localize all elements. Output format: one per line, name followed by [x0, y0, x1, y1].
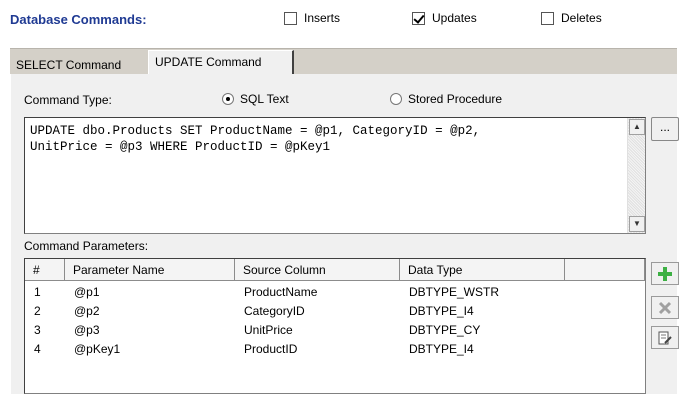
sql-text-radio[interactable]: SQL Text: [222, 92, 289, 106]
delete-parameter-button[interactable]: [651, 296, 679, 319]
deletes-checkbox-label: Deletes: [561, 11, 602, 25]
updates-checkbox-label: Updates: [432, 11, 477, 25]
column-header-data-type[interactable]: Data Type: [400, 259, 565, 281]
stored-procedure-radio-label: Stored Procedure: [408, 92, 503, 106]
command-parameters-grid[interactable]: # Parameter Name Source Column Data Type…: [24, 258, 646, 394]
sql-text-radio-label: SQL Text: [240, 92, 289, 106]
edit-parameter-button[interactable]: [651, 326, 679, 349]
command-type-label: Command Type:: [24, 93, 112, 107]
table-row[interactable]: 1 @p1 ProductName DBTYPE_WSTR: [25, 283, 565, 302]
row-number: 3: [34, 323, 41, 337]
deletes-checkbox[interactable]: Deletes: [541, 11, 602, 25]
parameter-name-cell[interactable]: @p3: [65, 321, 235, 340]
column-header-filler: [565, 259, 645, 281]
sql-builder-ellipsis-button[interactable]: ...: [651, 117, 679, 141]
parameter-name-cell[interactable]: @p1: [65, 283, 235, 302]
data-type-cell[interactable]: DBTYPE_WSTR: [400, 283, 565, 302]
source-column-cell[interactable]: UnitPrice: [235, 321, 400, 340]
data-type-cell[interactable]: DBTYPE_CY: [400, 321, 565, 340]
row-number: 1: [34, 285, 41, 299]
scroll-down-arrow-icon[interactable]: ▼: [629, 216, 645, 232]
row-number: 2: [34, 304, 41, 318]
updates-checkbox-box[interactable]: [412, 11, 425, 25]
delete-x-icon: [658, 301, 672, 314]
table-row[interactable]: 4 @pKey1 ProductID DBTYPE_I4: [25, 340, 565, 359]
sql-command-textbox[interactable]: UPDATE dbo.Products SET ProductName = @p…: [24, 117, 646, 234]
command-tabs: SELECT Command UPDATE Command: [10, 48, 677, 76]
table-row[interactable]: 3 @p3 UnitPrice DBTYPE_CY: [25, 321, 565, 340]
stored-procedure-radio[interactable]: Stored Procedure: [390, 92, 502, 106]
inserts-checkbox-box[interactable]: [284, 11, 297, 25]
row-number: 4: [34, 342, 41, 356]
table-row[interactable]: 2 @p2 CategoryID DBTYPE_I4: [25, 302, 565, 321]
inserts-checkbox-label: Inserts: [304, 11, 341, 25]
source-column-cell[interactable]: ProductName: [235, 283, 400, 302]
plus-icon: [658, 266, 672, 281]
data-type-cell[interactable]: DBTYPE_I4: [400, 340, 565, 359]
tab-select-command[interactable]: SELECT Command: [10, 53, 144, 75]
edit-icon: [658, 331, 672, 344]
sql-text-radio-circle[interactable]: [222, 93, 234, 105]
parameter-name-cell[interactable]: @p2: [65, 302, 235, 321]
database-commands-title: Database Commands:: [10, 12, 147, 27]
stored-procedure-radio-circle[interactable]: [390, 93, 402, 105]
grid-header-row: # Parameter Name Source Column Data Type: [25, 259, 645, 281]
source-column-cell[interactable]: ProductID: [235, 340, 400, 359]
sql-command-text[interactable]: UPDATE dbo.Products SET ProductName = @p…: [30, 123, 618, 155]
add-parameter-button[interactable]: [651, 262, 679, 285]
deletes-checkbox-box[interactable]: [541, 11, 554, 25]
scroll-up-arrow-icon[interactable]: ▲: [629, 119, 645, 135]
column-header-number[interactable]: #: [25, 259, 65, 281]
column-header-parameter-name[interactable]: Parameter Name: [65, 259, 235, 281]
sql-vertical-scrollbar[interactable]: ▲ ▼: [627, 118, 645, 233]
command-parameters-label: Command Parameters:: [24, 239, 149, 253]
updates-checkbox[interactable]: Updates: [412, 11, 477, 25]
source-column-cell[interactable]: CategoryID: [235, 302, 400, 321]
data-type-cell[interactable]: DBTYPE_I4: [400, 302, 565, 321]
tab-update-command[interactable]: UPDATE Command: [148, 50, 294, 76]
parameter-name-cell[interactable]: @pKey1: [65, 340, 235, 359]
inserts-checkbox[interactable]: Inserts: [284, 11, 340, 25]
column-header-source-column[interactable]: Source Column: [235, 259, 400, 281]
